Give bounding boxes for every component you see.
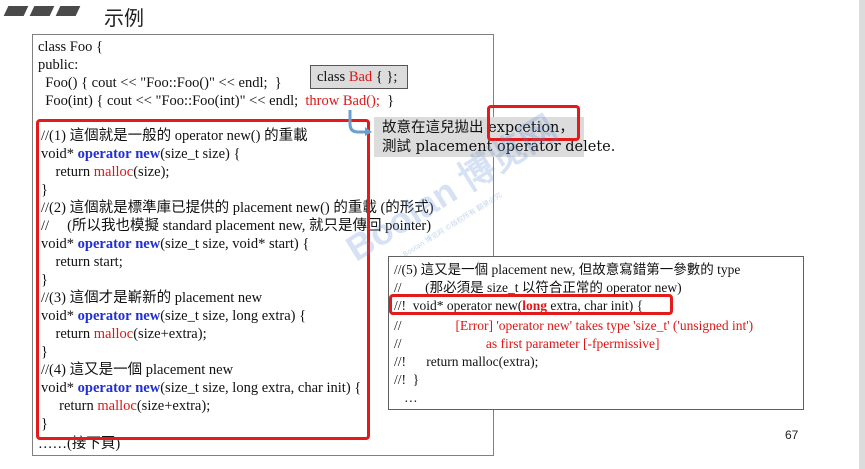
slide-header: 示例 — [0, 0, 865, 34]
class-name-bad: Bad — [348, 69, 373, 85]
code-line: //! return malloc(extra); — [394, 354, 539, 369]
right-edge-strip — [859, 0, 865, 469]
code-text: // — [394, 318, 456, 333]
code-text: { }; — [372, 69, 398, 85]
code-text: } — [379, 93, 395, 109]
callout-arrow-icon — [348, 110, 372, 136]
wrong-signature-highlight-frame — [389, 294, 673, 315]
compiler-error: as first parameter [-fpermissive] — [485, 336, 660, 351]
code-line: Foo() { cout << "Foo::Foo()" << endl; } — [38, 75, 282, 91]
code-text: // — [394, 336, 486, 351]
code-line: //! } — [394, 372, 420, 387]
code-line: … — [394, 390, 418, 405]
code-line: // [Error] 'operator new' takes type 'si… — [394, 317, 753, 335]
throw-statement: throw Bad(); — [305, 93, 380, 109]
decoration-bar — [3, 6, 29, 16]
code-text: class — [317, 69, 349, 85]
class-bad-callout: class Bad { }; — [310, 65, 408, 89]
wrong-placement-new-box: //(5) 這又是一個 placement new, 但故意寫錯第一參數的 ty… — [388, 256, 804, 410]
code-comment: //(5) 這又是一個 placement new, 但故意寫錯第一參數的 ty… — [394, 262, 741, 277]
title-decoration — [3, 6, 81, 16]
slide-title: 示例 — [104, 6, 144, 30]
code-line: class Foo { — [38, 39, 103, 55]
code-line: // as first parameter [-fpermissive] — [394, 335, 659, 353]
page-number: 67 — [785, 428, 799, 442]
code-text: Foo(int) { cout << "Foo::Foo(int)" << en… — [38, 93, 306, 109]
placement-new-highlight-frame — [36, 119, 370, 440]
decoration-bar — [29, 6, 55, 16]
note-text: 故意在這兒拋出 — [382, 120, 489, 136]
code-line: Foo(int) { cout << "Foo::Foo(int)" << en… — [38, 92, 394, 110]
code-line: public: — [38, 57, 79, 73]
compiler-error: [Error] 'operator new' takes type 'size_… — [455, 318, 754, 333]
decoration-bar — [55, 6, 81, 16]
